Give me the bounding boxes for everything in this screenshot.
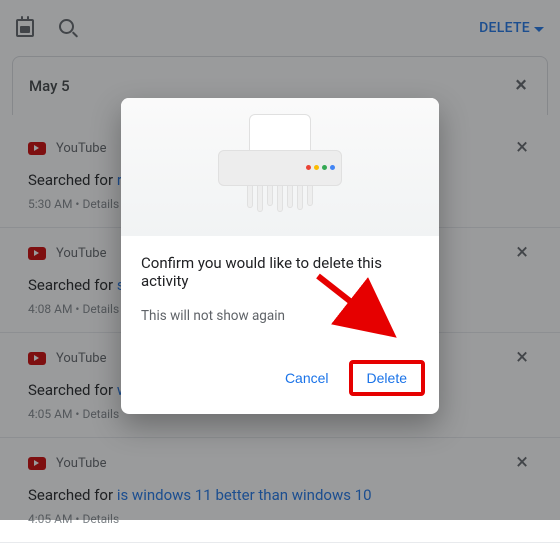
- cancel-button[interactable]: Cancel: [273, 362, 341, 394]
- modal-overlay[interactable]: Confirm you would like to delete this ac…: [0, 0, 560, 520]
- dialog-hero: [121, 98, 439, 236]
- confirm-delete-dialog: Confirm you would like to delete this ac…: [121, 98, 439, 414]
- dialog-title: Confirm you would like to delete this ac…: [141, 254, 419, 290]
- shredder-icon: [210, 122, 350, 212]
- delete-button[interactable]: Delete: [349, 360, 425, 396]
- dialog-subtitle: This will not show again: [141, 308, 419, 324]
